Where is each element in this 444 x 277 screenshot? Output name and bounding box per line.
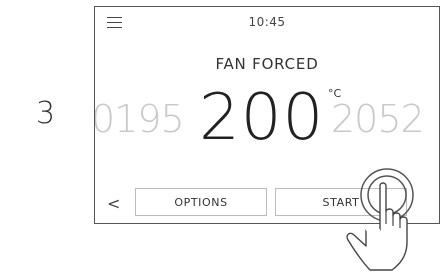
clock-time: 10:45 bbox=[248, 15, 286, 29]
temperature-previous[interactable]: 0195 bbox=[95, 97, 185, 141]
chevron-left-icon[interactable]: < bbox=[107, 194, 120, 213]
temperature-scroller[interactable]: 0195 200 °C 2052 bbox=[95, 81, 439, 161]
cooking-mode-title: FAN FORCED bbox=[215, 55, 319, 73]
options-button[interactable]: OPTIONS bbox=[135, 188, 267, 216]
pointing-hand-icon bbox=[346, 168, 414, 271]
temperature-selected: 200 bbox=[199, 81, 325, 155]
options-button-label: OPTIONS bbox=[174, 195, 228, 209]
temperature-next[interactable]: 2052 bbox=[331, 97, 425, 141]
step-number: 3 bbox=[36, 96, 56, 131]
